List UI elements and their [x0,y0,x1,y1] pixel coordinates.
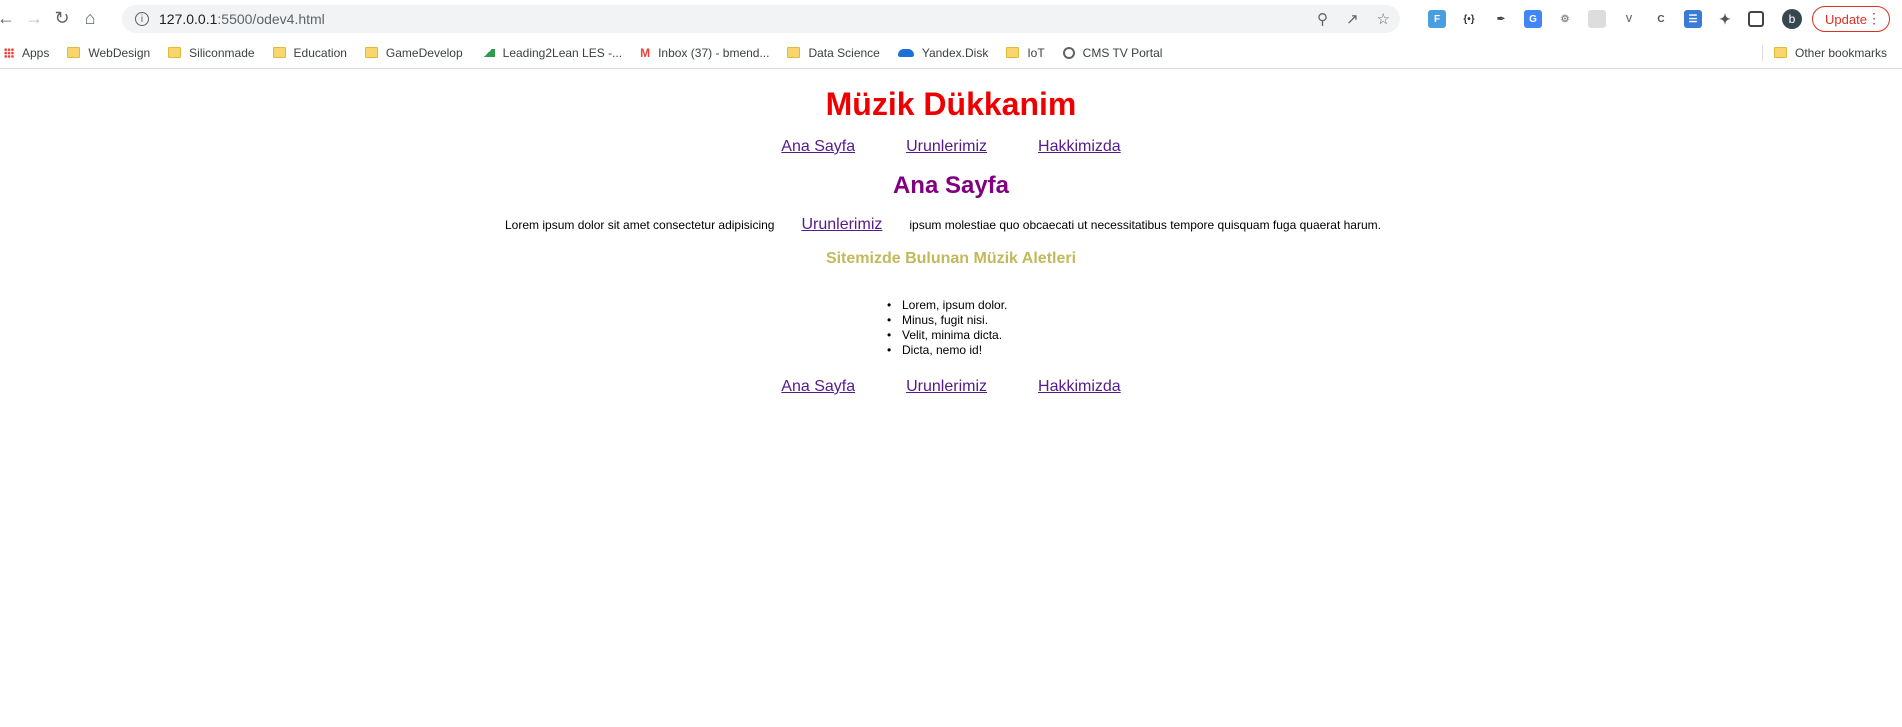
bookmark-cms-tv-portal[interactable]: CMS TV Portal [1062,45,1163,60]
bookmark-label: IoT [1027,45,1045,60]
folder-icon [364,47,378,58]
gmail-icon: M [640,45,651,60]
extension-gray-icon[interactable] [1588,10,1606,28]
extension-c-icon[interactable]: C [1652,10,1670,28]
bookmark-webdesign[interactable]: WebDesign [67,46,150,60]
url-host: 127.0.0.1 [159,11,218,27]
list-item: Velit, minima dicta. [887,328,1007,343]
nav-link-hakkimizda[interactable]: Hakkimizda [1038,138,1121,156]
list-item: Lorem, ipsum dolor. [887,298,1007,313]
apps-icon [4,47,14,58]
bookmark-label: Education [293,45,347,60]
bookmark-yandex-disk[interactable]: Yandex.Disk [897,45,989,60]
bookmark-label: Siliconmade [189,45,255,60]
more-icon[interactable]: ⋮ [1867,10,1881,27]
bookmark-data-science[interactable]: Data Science [787,45,880,60]
bookmark-other[interactable]: Other bookmarks [1774,46,1887,60]
bookmark-label: GameDevelop [385,45,463,60]
bookmark-label: Data Science [808,45,880,60]
para-text-before: Lorem ipsum dolor sit amet consectetur a… [505,218,775,232]
footer-link-urunlerimiz[interactable]: Urunlerimiz [906,378,987,396]
bookmark-iot[interactable]: IoT [1006,45,1045,60]
footer-nav: Ana Sayfa Urunlerimiz Hakkimizda [0,378,1902,396]
translate-icon[interactable]: G [1524,10,1542,28]
bookmarks-separator [1762,45,1763,61]
inline-link-urunlerimiz[interactable]: Urunlerimiz [801,216,882,234]
url-text[interactable]: 127.0.0.1:5500/odev4.html [159,11,325,27]
browser-toolbar: ← → ↻ ⌂ i 127.0.0.1:5500/odev4.html ⚲ ↗ … [0,0,1902,37]
instruments-heading: Sitemizde Bulunan Müzik Aletleri [825,250,1077,267]
profile-avatar[interactable]: b [1782,9,1802,29]
list-item: Minus, fugit nisi. [887,313,1007,328]
url-path: :5500/odev4.html [217,11,325,27]
folder-icon [272,47,286,58]
bookmark-leading2lean-les[interactable]: Leading2Lean LES -... [480,45,623,60]
folder-icon [168,47,182,58]
extension-f-icon[interactable]: F [1428,10,1446,28]
zoom-icon[interactable]: ⚲ [1317,10,1328,28]
address-bar[interactable]: i 127.0.0.1:5500/odev4.html ⚲ ↗ ☆ [122,5,1400,33]
home-icon[interactable]: ⌂ [76,5,104,33]
bookmark-label: Yandex.Disk [921,45,989,60]
nav-link-urunlerimiz[interactable]: Urunlerimiz [906,138,987,156]
forward-icon[interactable]: → [20,5,48,33]
bookmark-siliconmade[interactable]: Siliconmade [168,45,255,60]
folder-icon [1006,47,1020,58]
section-heading: Ana Sayfa [892,172,1010,199]
bookmark-label: Inbox (37) - bmend... [658,45,770,60]
bookmark-label: CMS TV Portal [1082,45,1163,60]
bookmark-label: Leading2Lean LES -... [502,45,623,60]
folder-icon [1774,47,1787,58]
para-text-after: ipsum molestiae quo obcaecati ut necessi… [909,218,1381,232]
bookmark-education[interactable]: Education [272,45,347,60]
bookmark-label: WebDesign [88,45,151,60]
bookmarks-bar: Apps WebDesign Siliconmade Education GameDev… [0,37,1902,69]
yandex-icon [897,48,914,57]
update-button[interactable]: Update ⋮ [1812,6,1890,32]
share-icon[interactable]: ↗ [1346,10,1359,28]
page-content: Müzik Dükkanim Ana Sayfa Urunlerimiz Hak… [0,69,1902,727]
back-icon[interactable]: ← [0,5,20,33]
sidepanel-icon[interactable] [1748,11,1764,27]
extension-form-icon[interactable]: ☰ [1684,10,1702,28]
extensions-bar: F {•} ✒ G ⚙ V C ☰ ✦ [1428,5,1764,33]
bookmark-inbox-37-bmend[interactable]: M Inbox (37) - bmend... [640,46,769,60]
extension-json-icon[interactable]: {•} [1460,10,1478,28]
reload-icon[interactable]: ↻ [48,5,76,33]
update-label: Update [1825,11,1867,27]
vue-icon[interactable]: V [1620,10,1638,28]
footer-link-ana-sayfa[interactable]: Ana Sayfa [781,378,855,396]
bookmark-label: Apps [22,45,50,60]
star-icon[interactable]: ☆ [1377,10,1390,28]
instruments-list: Lorem, ipsum dolor. Minus, fugit nisi. V… [887,298,1007,358]
info-icon[interactable]: i [135,12,149,26]
globe-icon [1062,46,1075,59]
other-bookmarks-label: Other bookmarks [1795,45,1888,60]
bug-icon[interactable]: ⚙ [1556,10,1574,28]
intro-paragraph: Lorem ipsum dolor sit amet consectetur a… [505,216,1381,234]
nav-link-ana-sayfa[interactable]: Ana Sayfa [781,138,855,156]
bookmark-gamedevelop[interactable]: GameDevelop [364,45,463,60]
footer-link-hakkimizda[interactable]: Hakkimizda [1038,378,1121,396]
eyedropper-icon[interactable]: ✒ [1492,10,1510,28]
folder-icon [67,47,81,58]
extensions-icon[interactable]: ✦ [1716,10,1734,28]
bookmark-apps[interactable]: Apps [4,46,49,60]
folder-icon [787,47,801,58]
top-nav: Ana Sayfa Urunlerimiz Hakkimizda [0,138,1902,156]
list-item: Dicta, nemo id! [887,343,1007,358]
page-title: Müzik Dükkanim [825,86,1077,122]
l2l-icon [480,48,495,57]
